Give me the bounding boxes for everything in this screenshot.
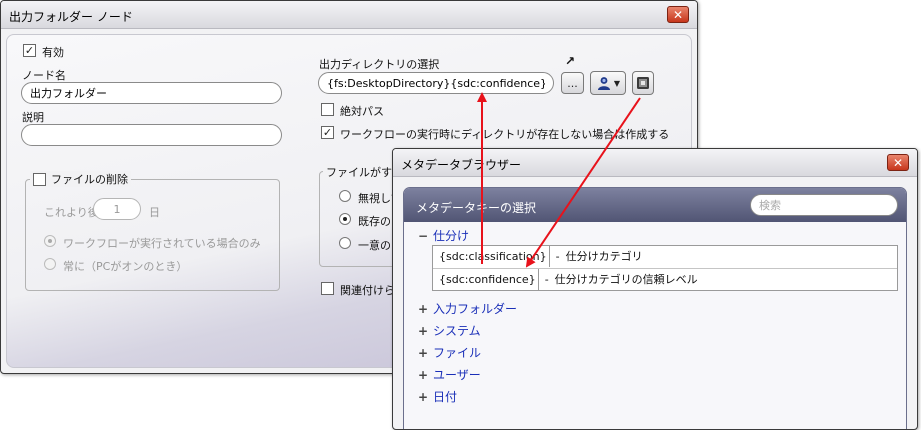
- description-label: 説明: [22, 111, 44, 124]
- absolute-path-label: 絶対パス: [340, 105, 384, 118]
- expand-icon: +: [418, 302, 429, 316]
- tree-node-label: 入力フォルダー: [433, 302, 518, 316]
- create-dir-label: ワークフローの実行時にディレクトリが存在しない場合は作成する: [340, 128, 670, 141]
- absolute-path-checkbox[interactable]: [321, 103, 334, 116]
- metadata-browser-button[interactable]: [632, 71, 654, 95]
- delete-after-label: これより後: [44, 206, 99, 219]
- metadata-key-panel: メタデータキーの選択 −仕分け {sdc:classification}-仕分け…: [403, 187, 907, 429]
- tree-node-date[interactable]: + 日付: [418, 388, 457, 405]
- output-dir-input[interactable]: [318, 72, 554, 94]
- delete-days-unit: 日: [149, 206, 160, 219]
- overwrite-existing-radio[interactable]: [339, 213, 351, 225]
- metadata-icon: [637, 77, 649, 89]
- metadata-browser-title: メタデータブラウザー: [401, 158, 522, 172]
- tree-node-classification[interactable]: − 仕分け: [418, 227, 469, 244]
- metadata-browser-close-button[interactable]: ✕: [887, 154, 909, 171]
- metadata-key: {sdc:confidence}: [439, 269, 539, 290]
- tree-node-user[interactable]: + ユーザー: [418, 366, 481, 383]
- tree-node-label: 日付: [433, 390, 458, 404]
- delete-days-input[interactable]: [93, 198, 141, 220]
- browse-button-label: ...: [567, 76, 578, 90]
- close-icon: ✕: [892, 155, 904, 170]
- expand-icon: +: [418, 324, 429, 338]
- list-item[interactable]: {sdc:confidence} - 仕分けカテゴリの信頼レベル: [433, 268, 897, 290]
- delete-files-legend: ファイルの削除: [30, 171, 131, 187]
- metadata-key-desc: 仕分けカテゴリの信頼レベル: [554, 273, 698, 286]
- delete-always-label: 常に（PCがオンのとき）: [63, 260, 188, 273]
- tree-node-label: 仕分け: [433, 229, 470, 243]
- user-icon: [597, 77, 610, 90]
- close-icon: ✕: [672, 7, 684, 22]
- output-dir-label: 出力ディレクトリの選択: [319, 58, 440, 71]
- tree-node-file[interactable]: + ファイル: [418, 344, 481, 361]
- classification-keys-table: {sdc:classification} - 仕分けカテゴリ {sdc:confid…: [432, 245, 898, 291]
- expand-icon: +: [418, 390, 429, 404]
- tree-node-label: システム: [433, 324, 481, 338]
- delete-always-radio[interactable]: [44, 258, 56, 270]
- metadata-user-button[interactable]: ▼: [590, 71, 626, 95]
- node-name-input[interactable]: [21, 82, 282, 104]
- create-dir-checkbox[interactable]: ✓: [321, 126, 334, 139]
- dialog-titlebar: 出力フォルダー ノード ✕: [1, 1, 697, 29]
- list-item[interactable]: {sdc:classification} - 仕分けカテゴリ: [433, 246, 897, 268]
- collapse-icon: −: [418, 229, 429, 243]
- tree-node-label: ユーザー: [433, 368, 481, 382]
- metadata-key-desc: 仕分けカテゴリ: [565, 250, 643, 263]
- tree-node-input-folder[interactable]: + 入力フォルダー: [418, 300, 517, 317]
- delete-files-checkbox[interactable]: [33, 172, 46, 186]
- associate-checkbox[interactable]: [321, 282, 334, 295]
- chevron-down-icon: ▼: [613, 78, 621, 88]
- expand-icon: +: [418, 346, 429, 360]
- expand-icon: +: [418, 368, 429, 382]
- browse-button[interactable]: ...: [561, 72, 584, 94]
- delete-files-label: ファイルの削除: [51, 173, 128, 186]
- node-name-label: ノード名: [22, 69, 66, 82]
- metadata-search-input[interactable]: [750, 194, 898, 216]
- metadata-key-header: メタデータキーの選択: [404, 188, 906, 222]
- metadata-key-separator: -: [555, 250, 560, 263]
- tree-node-label: ファイル: [433, 346, 482, 360]
- metadata-browser-titlebar: メタデータブラウザー ✕: [393, 149, 917, 177]
- dialog-close-button[interactable]: ✕: [667, 6, 689, 23]
- delete-when-running-label: ワークフローが実行されている場合のみ: [63, 237, 261, 250]
- expand-icon[interactable]: ↗: [565, 54, 575, 68]
- unique-name-radio[interactable]: [339, 237, 351, 249]
- enabled-label: 有効: [42, 46, 64, 59]
- unique-name-label: 一意のI: [358, 239, 395, 252]
- dialog-title: 出力フォルダー ノード: [9, 10, 133, 24]
- description-input[interactable]: [21, 124, 282, 146]
- metadata-key-separator: -: [544, 273, 549, 286]
- ignore-radio[interactable]: [339, 190, 351, 202]
- metadata-key-title: メタデータキーの選択: [416, 201, 537, 215]
- metadata-browser-window: メタデータブラウザー ✕ メタデータキーの選択 −仕分け {sdc:classi…: [392, 148, 918, 430]
- tree-node-system[interactable]: + システム: [418, 322, 481, 339]
- metadata-key: {sdc:classification}: [439, 246, 550, 267]
- enabled-checkbox[interactable]: ✓: [23, 44, 36, 57]
- delete-when-running-radio[interactable]: [44, 235, 56, 247]
